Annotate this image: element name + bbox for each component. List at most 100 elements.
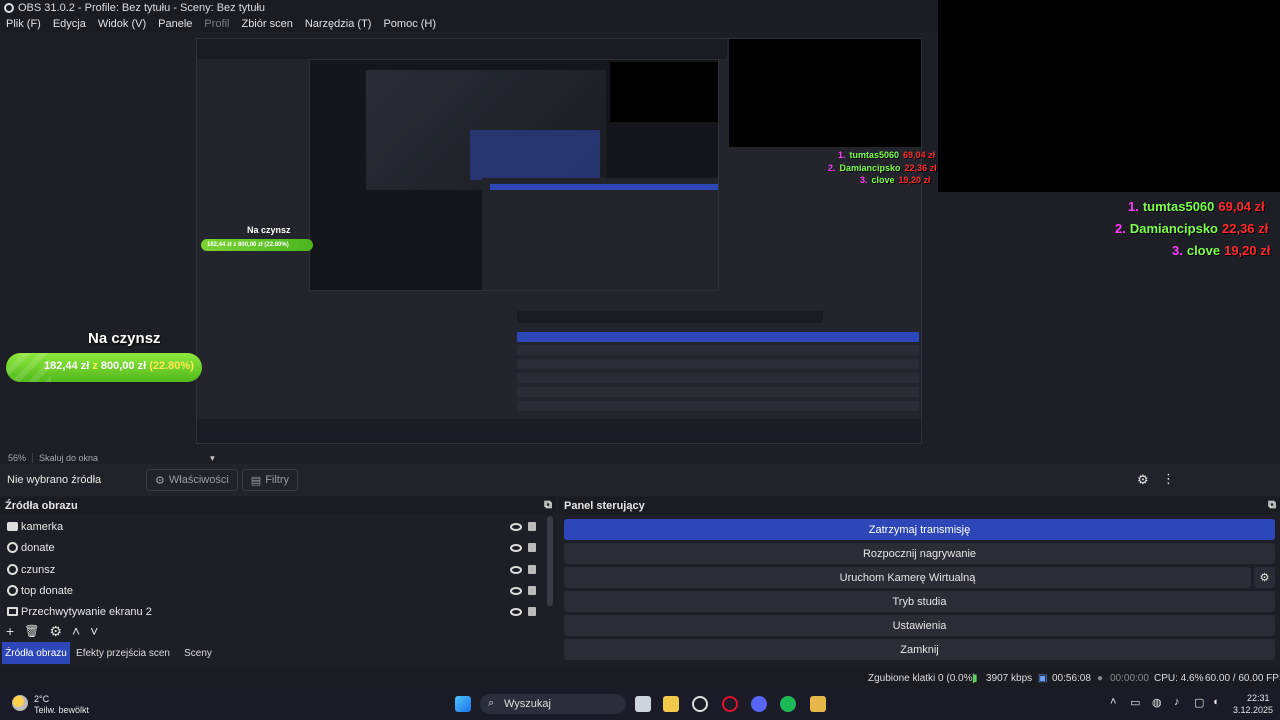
clock-date[interactable]: 3.12.2025 [1233, 705, 1273, 715]
sources-scrollbar[interactable] [547, 516, 553, 606]
tab-scenes[interactable]: Sceny [176, 642, 220, 664]
source-item[interactable]: donate [0, 537, 545, 558]
lock-icon[interactable] [528, 565, 536, 574]
monitor-icon [7, 607, 18, 616]
move-up-icon[interactable]: ˄ [72, 623, 80, 639]
exit-button[interactable]: Zamknij [564, 639, 1275, 660]
globe-icon [7, 585, 18, 596]
chevron-up-icon[interactable]: ˄ [1110, 696, 1116, 708]
display-icon[interactable]: ▢ [1194, 696, 1204, 709]
controls-dock-title: Panel sterujący [564, 500, 645, 512]
source-item[interactable]: Przechwytywanie ekranu 2 [0, 601, 545, 622]
volume-icon[interactable]: ◖ [1212, 696, 1219, 708]
microphone-icon[interactable]: ♪ [1174, 696, 1180, 708]
nested-screen-capture: Na czynsz 182,44 zł z 800,00 zł (22.80%) [196, 38, 922, 444]
network-tray-icon[interactable]: ▭ [1130, 696, 1140, 709]
discord-icon[interactable] [751, 696, 767, 712]
camera-placeholder [938, 0, 1280, 192]
obs-taskbar-icon[interactable] [692, 696, 708, 712]
visibility-eye-icon[interactable] [510, 543, 522, 552]
nested-row-4 [517, 373, 919, 383]
tab-transitions[interactable]: Efekty przejścia scen [76, 642, 170, 664]
settings-button[interactable]: Ustawienia [564, 615, 1275, 636]
controls-dock-header: Panel sterujący ⧉ [559, 497, 1280, 515]
rank-1: 1. tumtas5060 69,04 zł [1128, 199, 1265, 214]
menu-docks[interactable]: Panele [152, 18, 198, 30]
visibility-eye-icon[interactable] [510, 586, 522, 595]
tab-sources[interactable]: Źródła obrazu [2, 642, 70, 664]
app-icon[interactable] [810, 696, 826, 712]
task-view-icon[interactable] [635, 696, 651, 712]
visibility-eye-icon[interactable] [510, 607, 522, 616]
nested-rank-2: 2. Damiancipsko 22,36 zł [828, 163, 937, 173]
lock-icon[interactable] [528, 522, 536, 531]
move-down-icon[interactable]: ˅ [90, 623, 98, 639]
sources-toolbar: + 🗑 ⚙ ˄ ˅ [0, 621, 556, 641]
lock-icon[interactable] [528, 586, 536, 595]
nested-recursive-highlight [470, 130, 600, 180]
opera-icon[interactable] [722, 696, 738, 712]
sources-dock-header: Źródła obrazu ⧉ [0, 497, 556, 515]
weather-icon[interactable] [12, 695, 28, 711]
windows-start-icon[interactable] [455, 696, 471, 712]
visibility-eye-icon[interactable] [510, 522, 522, 531]
menu-scene-collection[interactable]: Zbiór scen [235, 18, 298, 30]
nested-title-bar [197, 39, 727, 49]
tray-app-icon[interactable]: ◍ [1152, 696, 1162, 709]
more-options-icon[interactable]: ⋮ [1162, 471, 1175, 487]
nested-row-3 [517, 359, 919, 369]
globe-icon [7, 542, 18, 553]
source-item[interactable]: kamerka [0, 516, 545, 537]
stop-streaming-button[interactable]: Zatrzymaj transmisję [564, 519, 1275, 540]
undock-icon[interactable]: ⧉ [1268, 499, 1276, 512]
windows-taskbar: 2°C Teilw. bewölkt ˄ ▭ ◍ ♪ ▢ ◖ 22:31 3.1… [0, 688, 1280, 720]
rank-2: 2. Damiancipsko 22,36 zł [1115, 221, 1269, 236]
nested-stop-button [517, 332, 919, 342]
nested-row-5 [517, 387, 919, 397]
add-source-icon[interactable]: + [6, 623, 14, 639]
menu-edit[interactable]: Edycja [47, 18, 92, 30]
properties-button[interactable]: ⚙ Właściwości [146, 469, 238, 491]
menu-file[interactable]: Plik (F) [0, 18, 47, 30]
menu-help[interactable]: Pomoc (H) [377, 18, 442, 30]
weather-desc: Teilw. bewölkt [34, 705, 90, 715]
filters-button[interactable]: ▤ Filtry [241, 469, 299, 491]
nested-preview [309, 59, 719, 291]
virtual-camera-settings-icon[interactable]: ⚙ [1254, 567, 1275, 588]
menu-view[interactable]: Widok (V) [92, 18, 152, 30]
lock-icon[interactable] [528, 543, 536, 552]
dropped-frames: Zgubione klatki 0 (0.0%) [868, 673, 976, 684]
remove-source-icon[interactable]: 🗑 [24, 624, 39, 638]
visibility-eye-icon[interactable] [510, 565, 522, 574]
menu-profile[interactable]: Profil [198, 18, 235, 30]
record-icon: ● [1097, 673, 1104, 684]
stream-icon: ▣ [1038, 673, 1048, 684]
spotify-icon[interactable] [780, 696, 796, 712]
no-source-label: Nie wybrano źródła [7, 474, 102, 486]
source-item[interactable]: czunsz [0, 559, 545, 580]
clock-time[interactable]: 22:31 [1247, 693, 1270, 703]
nested-menu-bar [197, 49, 727, 59]
lock-icon[interactable] [528, 607, 536, 616]
settings-gear-icon[interactable]: ⚙ [1137, 472, 1149, 488]
nested-status-bar [197, 419, 921, 431]
start-virtual-camera-button[interactable]: Uruchom Kamerę Wirtualną [564, 567, 1251, 588]
nested-recursive-camera [610, 62, 718, 122]
cpu-usage: CPU: 4.6% [1154, 673, 1204, 684]
source-properties-icon[interactable]: ⚙ [49, 623, 62, 640]
filter-icon: ▤ [250, 474, 262, 487]
scale-mode-select[interactable]: Skaluj do okna [39, 453, 98, 463]
globe-icon [7, 564, 18, 575]
stream-time: 00:56:08 [1052, 673, 1091, 684]
undock-icon[interactable]: ⧉ [544, 499, 552, 512]
nested-camera-placeholder [729, 39, 921, 147]
taskbar-search[interactable]: ⌕ Wyszukaj [480, 694, 626, 714]
zoom-level: 56% [8, 453, 27, 463]
chevron-down-icon[interactable]: ▾ [210, 453, 215, 464]
gear-icon: ⚙ [155, 474, 165, 487]
file-explorer-icon[interactable] [663, 696, 679, 712]
menu-tools[interactable]: Narzędzia (T) [299, 18, 378, 30]
source-item[interactable]: top donate [0, 580, 545, 601]
studio-mode-button[interactable]: Tryb studia [564, 591, 1275, 612]
start-recording-button[interactable]: Rozpocznij nagrywanie [564, 543, 1275, 564]
